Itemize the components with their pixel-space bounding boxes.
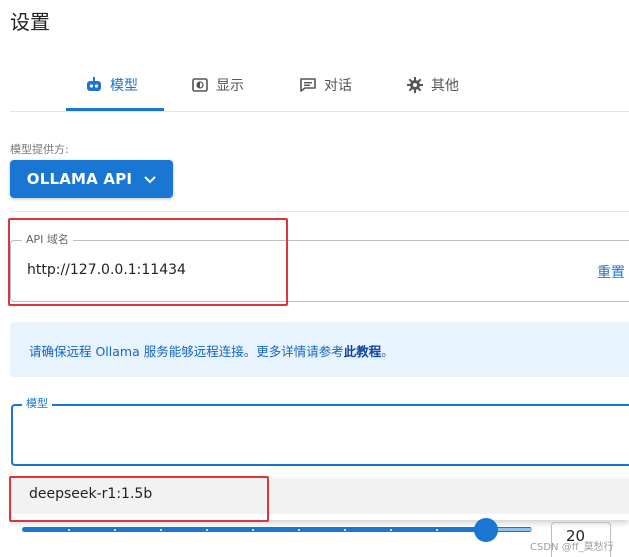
slider-tick [114, 529, 116, 531]
slider-thumb[interactable] [474, 518, 498, 542]
provider-value: OLLAMA API [26, 170, 133, 188]
reset-button[interactable]: 重置 [597, 262, 625, 282]
slider-tick [68, 529, 70, 531]
tutorial-link[interactable]: 此教程 [344, 344, 382, 359]
tab-other[interactable]: 其他 [405, 70, 459, 100]
tab-model[interactable]: 模型 [84, 70, 138, 100]
chat-icon [298, 75, 318, 95]
model-select-field[interactable] [11, 404, 629, 466]
gear-icon [405, 75, 425, 95]
watermark: CSDN @ff_莫愁行 [530, 542, 614, 553]
display-icon [190, 75, 210, 95]
slider-tick [390, 529, 392, 531]
info-alert-text: 请确保远程 Ollama 服务能够远程连接。更多详情请参考此教程。 [29, 341, 394, 360]
tab-label: 模型 [110, 78, 138, 94]
provider-select-button[interactable]: OLLAMA API [10, 160, 173, 198]
tab-display[interactable]: 显示 [190, 70, 244, 100]
tab-chat[interactable]: 对话 [298, 70, 352, 100]
info-suffix: 。 [381, 344, 394, 359]
chevron-down-icon [144, 170, 156, 188]
model-option-label[interactable]: deepseek-r1:1.5b [29, 486, 152, 502]
tab-label: 其他 [431, 78, 459, 94]
provider-label: 模型提供方: [10, 143, 69, 156]
settings-tabs: 模型 显示 对话 其他 [0, 60, 629, 112]
tab-label: 显示 [216, 78, 244, 94]
slider-tick [160, 529, 162, 531]
page-title: 设置 [10, 10, 50, 34]
model-legend: 模型 [22, 395, 52, 411]
slider-tick [436, 529, 438, 531]
slider-tick [206, 529, 208, 531]
robot-icon [84, 75, 104, 95]
slider-tick [252, 529, 254, 531]
api-domain-legend: API 域名 [22, 231, 73, 247]
tab-label: 对话 [324, 78, 352, 94]
slider-track[interactable] [22, 527, 532, 532]
divider [10, 211, 629, 212]
slider-tick [298, 529, 300, 531]
divider [10, 111, 629, 112]
api-domain-input[interactable]: http://127.0.0.1:11434 [27, 262, 186, 278]
info-text: 请确保远程 Ollama 服务能够远程连接。更多详情请参考 [29, 344, 344, 359]
slider-tick [344, 529, 346, 531]
